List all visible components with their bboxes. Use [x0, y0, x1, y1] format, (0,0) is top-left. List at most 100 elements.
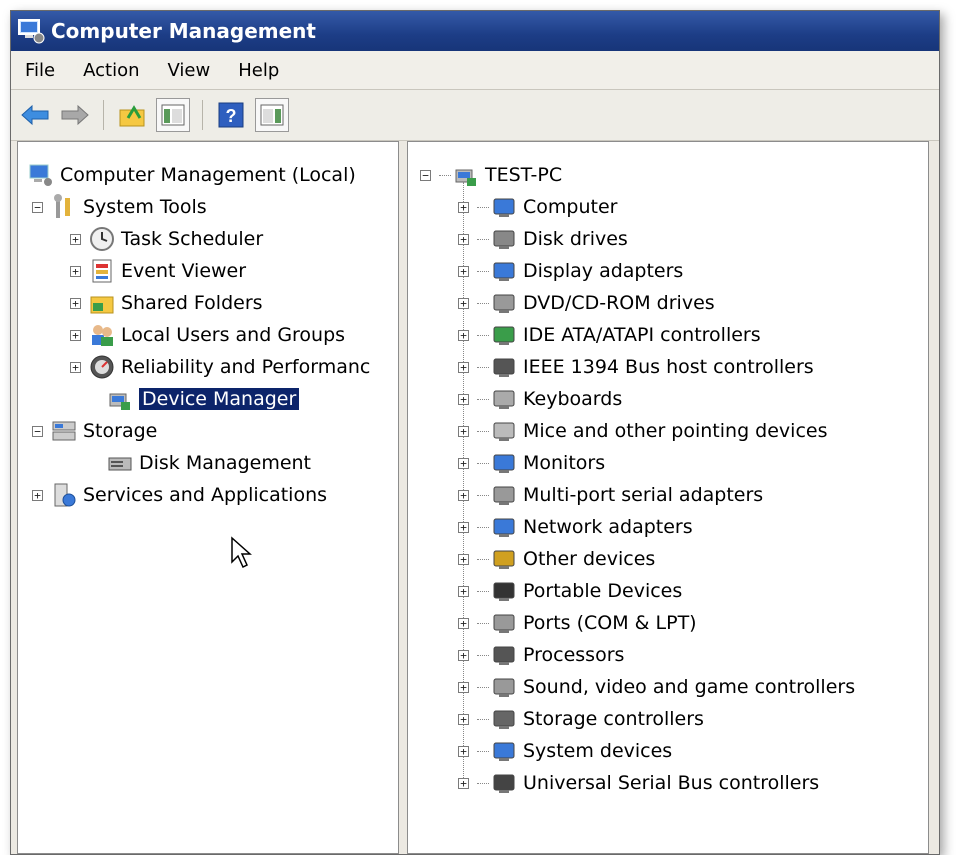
- collapse-icon[interactable]: −: [32, 425, 43, 437]
- device-root-label: TEST-PC: [485, 164, 563, 186]
- tree-node-local-users[interactable]: + Local Users and Groups: [70, 320, 345, 350]
- expand-icon[interactable]: +: [458, 233, 469, 245]
- device-category-row[interactable]: + Processors: [458, 640, 624, 670]
- pc-icon: [455, 169, 476, 186]
- tree-label: System Tools: [83, 196, 207, 218]
- device-category-row[interactable]: + Storage controllers: [458, 704, 704, 734]
- device-category-row[interactable]: + System devices: [458, 736, 672, 766]
- device-category-row[interactable]: + Portable Devices: [458, 576, 682, 606]
- tree-label: Disk Management: [139, 452, 312, 474]
- tree-node-task-scheduler[interactable]: + Task Scheduler: [70, 224, 263, 254]
- tree-label: Event Viewer: [121, 260, 247, 282]
- action-pane-button[interactable]: [255, 98, 289, 132]
- expand-icon[interactable]: +: [70, 361, 81, 373]
- expand-icon[interactable]: +: [458, 745, 469, 757]
- device-category-row[interactable]: + Network adapters: [458, 512, 693, 542]
- toolbar: ?: [11, 90, 939, 141]
- event-viewer-icon: [92, 259, 112, 283]
- expand-icon[interactable]: +: [70, 297, 81, 309]
- tree-node-event-viewer[interactable]: + Event Viewer: [70, 256, 246, 286]
- computer-management-window: Computer Management File Action View Hel…: [10, 10, 940, 855]
- portable-device-icon: [493, 582, 515, 601]
- action-pane-icon: [260, 104, 284, 126]
- expand-icon[interactable]: +: [70, 265, 81, 277]
- expand-icon[interactable]: +: [458, 265, 469, 277]
- expand-icon[interactable]: +: [458, 329, 469, 341]
- expand-icon[interactable]: +: [458, 681, 469, 693]
- device-category-row[interactable]: + Disk drives: [458, 224, 628, 254]
- menu-action[interactable]: Action: [69, 60, 153, 81]
- tree-connector: [477, 686, 489, 688]
- device-category-row[interactable]: + Ports (COM & LPT): [458, 608, 697, 638]
- expand-icon[interactable]: +: [458, 585, 469, 597]
- collapse-icon[interactable]: −: [420, 169, 431, 181]
- expand-icon[interactable]: +: [70, 329, 81, 341]
- tree-node-services[interactable]: + Services and Applications: [32, 480, 327, 510]
- tree-connector: [477, 718, 489, 720]
- tree-node-storage[interactable]: − Storage: [32, 416, 157, 446]
- tree-node-root[interactable]: Computer Management (Local): [28, 160, 356, 190]
- device-category-label: IDE ATA/ATAPI controllers: [523, 324, 761, 346]
- tree-node-disk-management[interactable]: Disk Management: [107, 448, 311, 478]
- expand-icon[interactable]: +: [458, 297, 469, 309]
- disk-drive-icon: [493, 230, 515, 249]
- device-category-label: Processors: [523, 644, 625, 666]
- tree-connector: [477, 622, 489, 624]
- device-category-row[interactable]: + Computer: [458, 192, 617, 222]
- device-category-row[interactable]: + Multi-port serial adapters: [458, 480, 763, 510]
- expand-icon[interactable]: +: [458, 649, 469, 661]
- device-category-row[interactable]: + Keyboards: [458, 384, 622, 414]
- title-bar[interactable]: Computer Management: [11, 11, 939, 51]
- device-category-row[interactable]: + DVD/CD-ROM drives: [458, 288, 715, 318]
- device-category-row[interactable]: + IEEE 1394 Bus host controllers: [458, 352, 814, 382]
- tree-node-reliability[interactable]: + Reliability and Performanc: [70, 352, 370, 382]
- device-category-row[interactable]: + Universal Serial Bus controllers: [458, 768, 819, 798]
- tree-connector: [477, 238, 489, 240]
- device-category-label: Other devices: [523, 548, 656, 570]
- menu-view[interactable]: View: [154, 60, 225, 81]
- tree-connector: [477, 526, 489, 528]
- expand-icon[interactable]: +: [458, 713, 469, 725]
- device-category-row[interactable]: + Sound, video and game controllers: [458, 672, 855, 702]
- expand-icon[interactable]: +: [458, 489, 469, 501]
- tree-node-device-manager[interactable]: Device Manager: [107, 384, 300, 414]
- expand-icon[interactable]: +: [458, 521, 469, 533]
- forward-arrow-icon: [61, 104, 89, 126]
- tree-node-shared-folders[interactable]: + Shared Folders: [70, 288, 263, 318]
- monitor-icon: [493, 454, 515, 473]
- device-tree-pane[interactable]: − TEST-PC + Computer + Disk drives + Display …: [407, 141, 929, 854]
- expand-icon[interactable]: +: [458, 457, 469, 469]
- expand-icon[interactable]: +: [32, 489, 43, 501]
- expand-icon[interactable]: +: [458, 425, 469, 437]
- expand-icon[interactable]: +: [458, 393, 469, 405]
- tree-connector: [477, 654, 489, 656]
- expand-icon[interactable]: +: [458, 361, 469, 373]
- expand-icon[interactable]: +: [458, 201, 469, 213]
- collapse-icon[interactable]: −: [32, 201, 43, 213]
- help-button[interactable]: ?: [215, 99, 247, 131]
- menu-help[interactable]: Help: [224, 60, 293, 81]
- dvd-drive-icon: [493, 294, 515, 313]
- menu-file[interactable]: File: [11, 60, 69, 81]
- device-category-row[interactable]: + Other devices: [458, 544, 655, 574]
- device-category-row[interactable]: + IDE ATA/ATAPI controllers: [458, 320, 761, 350]
- device-category-row[interactable]: + Display adapters: [458, 256, 683, 286]
- back-button[interactable]: [19, 99, 51, 131]
- device-root-node[interactable]: − TEST-PC: [420, 160, 562, 190]
- device-category-row[interactable]: + Monitors: [458, 448, 605, 478]
- storage-icon: [52, 421, 76, 441]
- tree-node-system-tools[interactable]: − System Tools: [32, 192, 207, 222]
- forward-button[interactable]: [59, 99, 91, 131]
- computer-management-icon: [29, 164, 52, 186]
- console-tree-pane[interactable]: Computer Management (Local) − System Too…: [17, 141, 399, 854]
- expand-icon[interactable]: +: [458, 777, 469, 789]
- expand-icon[interactable]: +: [458, 617, 469, 629]
- up-one-level-button[interactable]: [116, 99, 148, 131]
- show-hide-tree-button[interactable]: [156, 98, 190, 132]
- tree-label: Task Scheduler: [121, 228, 264, 250]
- expand-icon[interactable]: +: [458, 553, 469, 565]
- expand-icon[interactable]: +: [70, 233, 81, 245]
- device-category-row[interactable]: + Mice and other pointing devices: [458, 416, 827, 446]
- tree-connector: [477, 558, 489, 560]
- tree-connector: [477, 494, 489, 496]
